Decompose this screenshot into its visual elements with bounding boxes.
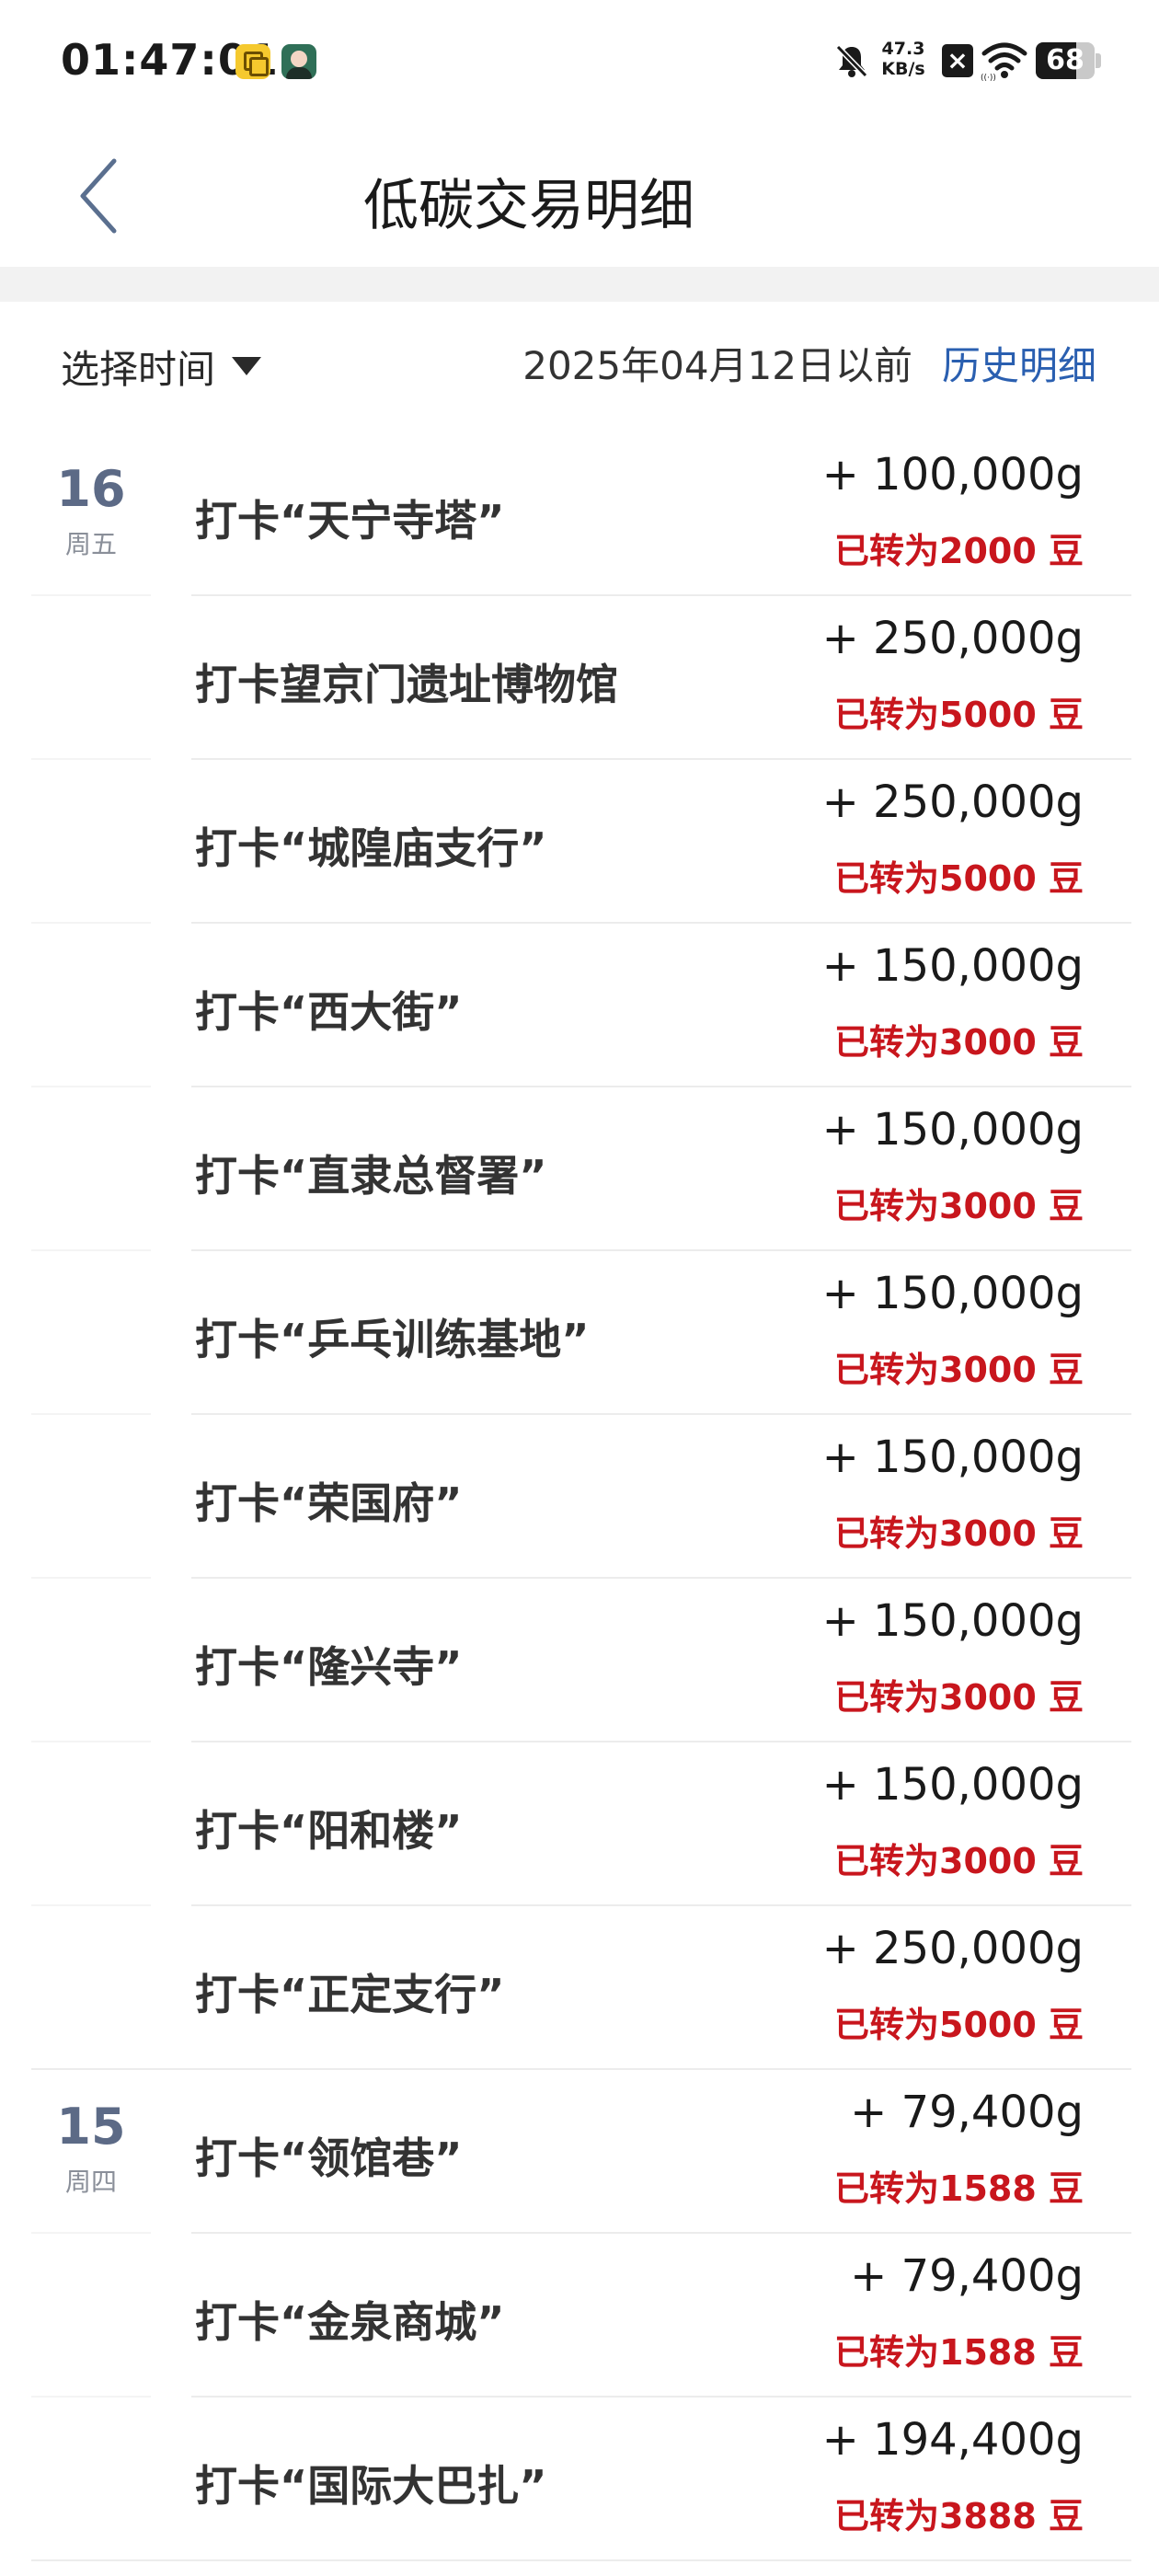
copy-app-icon xyxy=(235,44,270,79)
caret-down-icon xyxy=(232,357,262,375)
page-title: 低碳交易明细 xyxy=(0,161,1159,241)
transaction-amount: + 150,000g xyxy=(821,1759,1084,1811)
transaction-title: 打卡“金泉商城” xyxy=(195,2297,505,2347)
page-title-text: 低碳交易明细 xyxy=(363,174,694,238)
date-weekday: 周四 xyxy=(64,2167,117,2197)
transaction-converted: 已转为3000 豆 xyxy=(834,1841,1084,1881)
transaction-title: 打卡望京门遗址博物馆 xyxy=(195,660,618,709)
transaction-title: 打卡“城隍庙支行” xyxy=(195,823,547,873)
transaction-amount: + 150,000g xyxy=(821,1432,1084,1483)
date-weekday: 周五 xyxy=(64,529,117,559)
transaction-amount: + 150,000g xyxy=(821,940,1084,992)
transaction-row[interactable]: 打卡“国际大巴扎” + 194,400g 已转为3888 豆 xyxy=(0,2398,1159,2561)
transaction-converted: 已转为1588 豆 xyxy=(834,2168,1084,2209)
transaction-amount: + 194,400g xyxy=(821,2414,1084,2466)
transaction-converted: 已转为1588 豆 xyxy=(834,2332,1084,2373)
net-speed-unit: KB/s xyxy=(881,59,925,79)
transaction-converted: 已转为3000 豆 xyxy=(834,1513,1084,1554)
battery-level: 68 xyxy=(1046,44,1084,76)
transaction-title: 打卡“乒乓训练基地” xyxy=(195,1315,590,1364)
transaction-converted: 已转为5000 豆 xyxy=(834,858,1084,899)
transaction-converted: 已转为3000 豆 xyxy=(834,1677,1084,1718)
row-divider xyxy=(31,2559,1131,2561)
transaction-row[interactable]: 打卡望京门遗址博物馆 + 250,000g 已转为5000 豆 xyxy=(0,596,1159,760)
transaction-title: 打卡“国际大巴扎” xyxy=(195,2461,547,2511)
transaction-row[interactable]: 打卡“西大街” + 150,000g 已转为3000 豆 xyxy=(0,924,1159,1087)
date-day-number: 16 xyxy=(56,460,126,518)
transaction-amount: + 100,000g xyxy=(821,449,1084,500)
transaction-title: 打卡“天宁寺塔” xyxy=(195,496,505,546)
transaction-amount: + 150,000g xyxy=(821,1268,1084,1319)
transaction-title: 打卡“正定支行” xyxy=(195,1970,505,2019)
avatar-app-icon xyxy=(281,44,316,79)
transaction-title: 打卡“荣国府” xyxy=(195,1478,463,1528)
app-root: 01:47:01 47.3 KB/s × ((·)) 68 低碳交易明细 选择时… xyxy=(0,0,1159,2576)
date-cutoff-note: 2025年04月12日以前 xyxy=(522,343,912,388)
transaction-row[interactable]: 打卡“城隍庙支行” + 250,000g 已转为5000 豆 xyxy=(0,760,1159,924)
transaction-converted: 已转为5000 豆 xyxy=(834,695,1084,735)
svg-text:((·)): ((·)) xyxy=(981,74,996,81)
time-select-dropdown[interactable]: 选择时间 xyxy=(61,339,262,394)
transaction-row[interactable]: 16 周五 打卡“天宁寺塔” + 100,000g 已转为2000 豆 xyxy=(0,432,1159,596)
transaction-row[interactable]: 打卡“乒乓训练基地” + 150,000g 已转为3000 豆 xyxy=(0,1251,1159,1415)
status-bar: 01:47:01 47.3 KB/s × ((·)) 68 xyxy=(0,0,1159,124)
x-app-icon: × xyxy=(942,44,973,77)
transaction-amount: + 250,000g xyxy=(821,776,1084,828)
filter-row: 选择时间 2025年04月12日以前 历史明细 xyxy=(0,302,1159,431)
battery-body: 68 xyxy=(1036,42,1095,79)
transaction-row[interactable]: 打卡“直隶总督署” + 150,000g 已转为3000 豆 xyxy=(0,1087,1159,1251)
transaction-amount: + 150,000g xyxy=(821,1104,1084,1156)
nav-bar: 低碳交易明细 xyxy=(0,124,1159,267)
transaction-converted: 已转为3000 豆 xyxy=(834,1350,1084,1390)
battery-indicator: 68 xyxy=(1036,42,1102,79)
transaction-row[interactable]: 15 周四 打卡“领馆巷” + 79,400g 已转为1588 豆 xyxy=(0,2070,1159,2234)
transaction-title: 打卡“隆兴寺” xyxy=(195,1642,463,1692)
transaction-amount: + 250,000g xyxy=(821,1923,1084,1974)
transaction-converted: 已转为2000 豆 xyxy=(834,531,1084,571)
transaction-title: 打卡“西大街” xyxy=(195,987,463,1037)
transaction-amount: + 79,400g xyxy=(850,2087,1084,2138)
bell-muted-icon xyxy=(835,44,868,78)
transaction-title: 打卡“领馆巷” xyxy=(195,2133,463,2183)
transaction-row[interactable]: 打卡“阳和楼” + 150,000g 已转为3000 豆 xyxy=(0,1742,1159,1906)
section-divider xyxy=(0,267,1159,302)
time-select-label: 选择时间 xyxy=(61,346,216,392)
transaction-amount: + 250,000g xyxy=(821,613,1084,664)
transaction-row[interactable]: 打卡“隆兴寺” + 150,000g 已转为3000 豆 xyxy=(0,1579,1159,1742)
history-details-link[interactable]: 历史明细 xyxy=(942,339,1096,394)
transaction-list: 16 周五 打卡“天宁寺塔” + 100,000g 已转为2000 豆打卡望京门遗址博物… xyxy=(0,432,1159,2561)
transaction-amount: + 150,000g xyxy=(821,1595,1084,1647)
wifi-icon: ((·)) xyxy=(981,42,1027,81)
transaction-row[interactable]: 打卡“正定支行” + 250,000g 已转为5000 豆 xyxy=(0,1906,1159,2070)
net-speed: 47.3 KB/s xyxy=(879,39,927,79)
transaction-converted: 已转为3000 豆 xyxy=(834,1186,1084,1226)
transaction-title: 打卡“直隶总督署” xyxy=(195,1151,547,1201)
transaction-row[interactable]: 打卡“荣国府” + 150,000g 已转为3000 豆 xyxy=(0,1415,1159,1579)
transaction-converted: 已转为5000 豆 xyxy=(834,2005,1084,2045)
battery-cap xyxy=(1096,53,1101,68)
date-day-number: 15 xyxy=(56,2098,126,2156)
transaction-converted: 已转为3888 豆 xyxy=(834,2496,1084,2536)
net-speed-value: 47.3 xyxy=(881,39,925,59)
transaction-title: 打卡“阳和楼” xyxy=(195,1806,463,1856)
transaction-amount: + 79,400g xyxy=(850,2250,1084,2302)
transaction-row[interactable]: 打卡“金泉商城” + 79,400g 已转为1588 豆 xyxy=(0,2234,1159,2398)
transaction-converted: 已转为3000 豆 xyxy=(834,1022,1084,1063)
